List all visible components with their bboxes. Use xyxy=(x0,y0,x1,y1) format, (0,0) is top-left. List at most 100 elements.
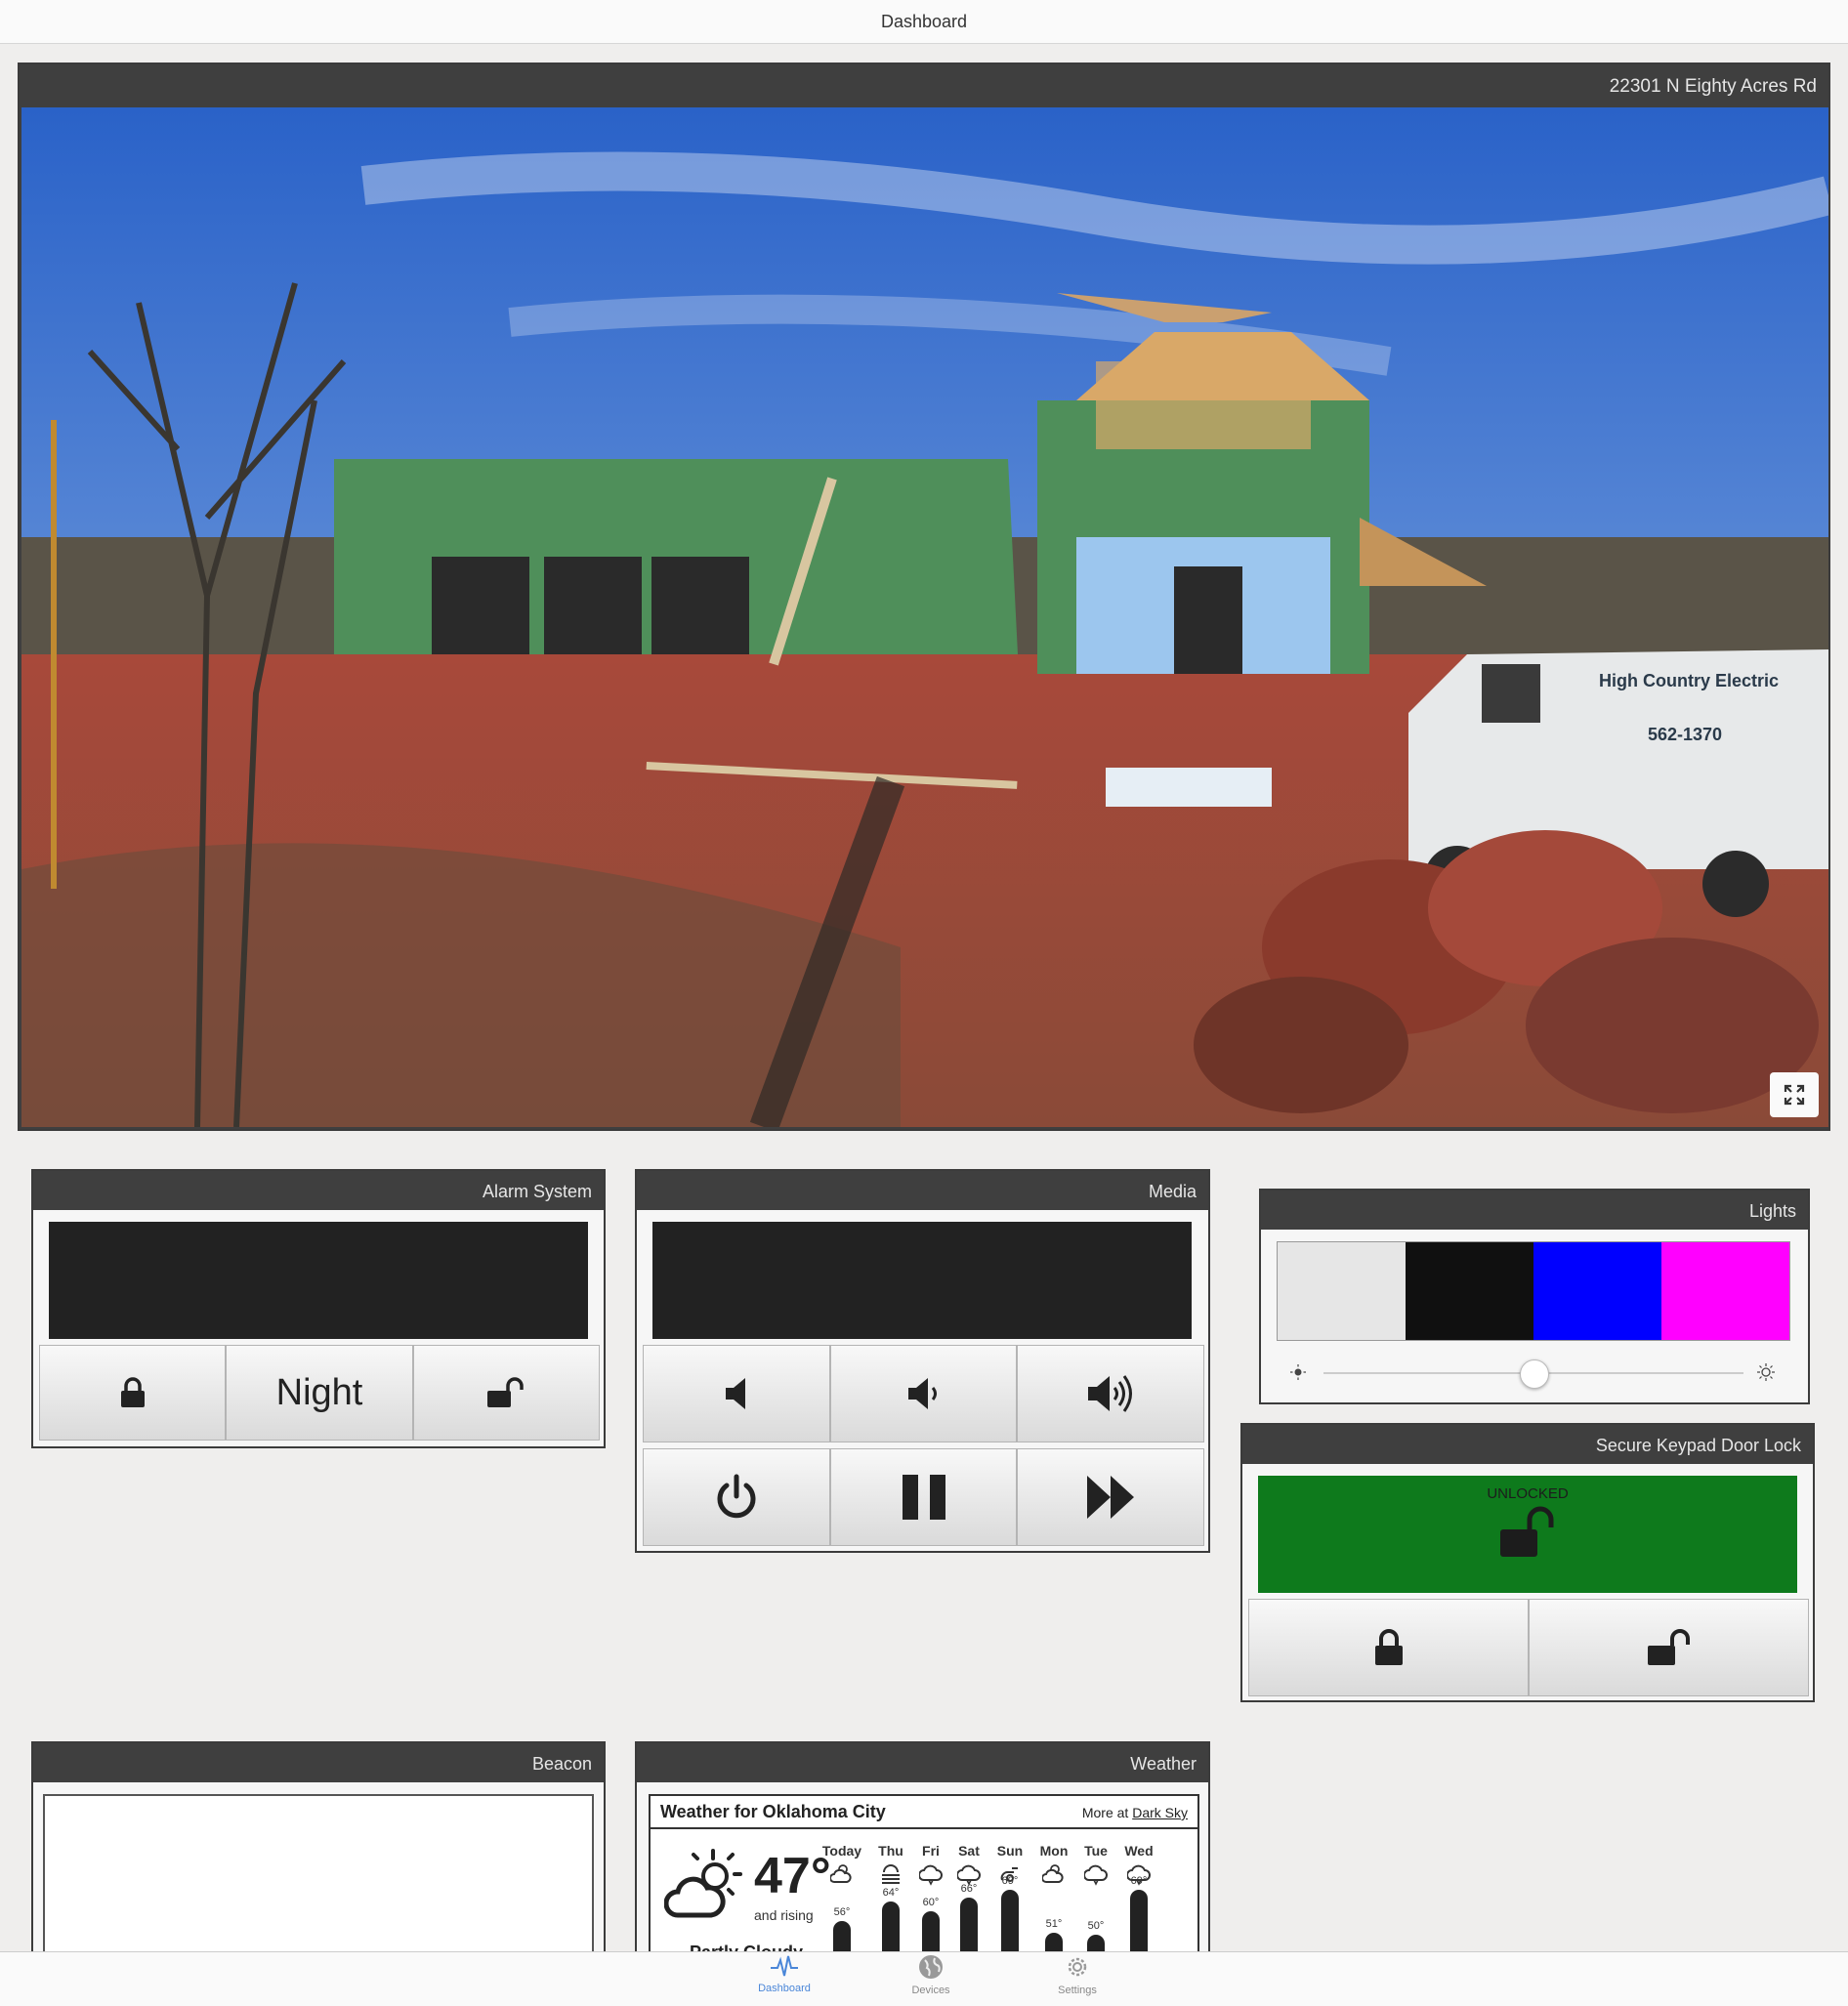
forecast-day: Mon xyxy=(1039,1843,1069,1859)
forecast-high: 50° xyxy=(1087,1920,1105,1932)
volume-high-icon xyxy=(1088,1375,1133,1412)
door-lock-status: UNLOCKED xyxy=(1258,1476,1797,1593)
partly-cloudy-icon xyxy=(830,1864,852,1883)
expand-button[interactable] xyxy=(1770,1072,1819,1117)
camera-title: 22301 N Eighty Acres Rd xyxy=(20,64,1828,105)
bottom-tab-bar: Dashboard Devices Settings xyxy=(0,1951,1848,2006)
forecast-high: 56° xyxy=(833,1905,851,1918)
fast-forward-button[interactable] xyxy=(1017,1448,1205,1546)
lock-icon xyxy=(1374,1629,1403,1665)
door-lock-button[interactable] xyxy=(1248,1599,1529,1696)
forecast-high: 51° xyxy=(1045,1917,1063,1930)
cloudy-icon xyxy=(1084,1864,1108,1886)
alarm-arm-button[interactable] xyxy=(39,1345,227,1441)
forecast-day: Today xyxy=(821,1843,862,1859)
volume-mute-icon xyxy=(725,1378,745,1409)
unlock-icon xyxy=(1647,1629,1690,1665)
forecast-high: 69° xyxy=(1130,1875,1148,1888)
camera-panel: 22301 N Eighty Acres Rd High Country Ele… xyxy=(18,63,1830,1131)
forecast-day: Sun xyxy=(996,1843,1024,1859)
weather-more-prefix: More at xyxy=(1081,1805,1133,1820)
fast-forward-icon xyxy=(1087,1476,1135,1519)
van-phone: 562-1370 xyxy=(1648,725,1722,744)
forecast-high: 66° xyxy=(960,1882,978,1895)
gear-icon xyxy=(1068,1957,1087,1977)
tab-devices-label: Devices xyxy=(911,1985,950,1996)
volume-low-icon xyxy=(907,1378,937,1409)
volume-mute-button[interactable] xyxy=(643,1345,830,1442)
current-temperature: 47° xyxy=(754,1848,831,1904)
lights-title: Lights xyxy=(1261,1191,1808,1230)
pause-button[interactable] xyxy=(829,1448,1018,1546)
door-lock-buttons xyxy=(1248,1599,1809,1696)
power-button[interactable] xyxy=(643,1448,830,1546)
temperature-trend: and rising xyxy=(754,1907,814,1923)
color-swatch[interactable] xyxy=(1533,1242,1661,1340)
forecast-high: 69° xyxy=(1001,1875,1019,1888)
weather-divider xyxy=(651,1827,1197,1829)
media-title: Media xyxy=(637,1171,1208,1210)
door-lock-panel: Secure Keypad Door Lock UNLOCKED xyxy=(1240,1423,1815,1702)
lights-panel: Lights xyxy=(1259,1189,1810,1404)
media-display xyxy=(652,1222,1192,1339)
page-title: Dashboard xyxy=(880,12,968,31)
forecast-day: Thu xyxy=(878,1843,903,1859)
top-bar: Dashboard xyxy=(0,0,1848,44)
expand-icon xyxy=(1784,1084,1805,1106)
dark-sky-link[interactable]: Dark Sky xyxy=(1132,1805,1188,1820)
tab-devices[interactable]: Devices xyxy=(882,1954,980,1996)
forecast-day: Sat xyxy=(958,1843,980,1859)
forecast-high: 64° xyxy=(882,1887,900,1900)
power-icon xyxy=(717,1474,756,1519)
volume-down-button[interactable] xyxy=(829,1345,1018,1442)
pause-icon xyxy=(902,1475,945,1520)
brightness-slider-handle[interactable] xyxy=(1520,1359,1549,1389)
alarm-disarm-button[interactable] xyxy=(412,1345,600,1441)
color-swatch[interactable] xyxy=(1661,1242,1789,1340)
weather-panel: Weather Weather for Oklahoma City More a… xyxy=(635,1741,1210,1966)
sun-large-icon xyxy=(1757,1363,1775,1381)
van-text: High Country Electric xyxy=(1599,671,1779,690)
partly-cloudy-icon xyxy=(664,1849,742,1918)
beacon-panel: Beacon xyxy=(31,1741,606,1993)
media-volume-buttons xyxy=(643,1345,1205,1442)
weather-widget: Weather for Oklahoma City More at Dark S… xyxy=(649,1794,1199,1964)
door-unlock-button[interactable] xyxy=(1529,1599,1809,1696)
forecast-day: Tue xyxy=(1084,1843,1108,1859)
weather-title: Weather xyxy=(637,1743,1208,1782)
alarm-buttons: Night xyxy=(39,1345,600,1441)
globe-icon xyxy=(919,1955,943,1979)
color-swatches xyxy=(1277,1241,1790,1341)
media-panel: Media xyxy=(635,1169,1210,1553)
door-lock-status-text: UNLOCKED xyxy=(1487,1485,1569,1502)
color-swatch[interactable] xyxy=(1406,1242,1533,1340)
forecast-day: Fri xyxy=(922,1843,940,1859)
lock-icon xyxy=(120,1377,145,1407)
alarm-display xyxy=(49,1222,588,1339)
alarm-night-label: Night xyxy=(275,1371,363,1413)
alarm-title: Alarm System xyxy=(33,1171,604,1210)
pulse-icon xyxy=(771,1955,798,1977)
weather-heading: Weather for Oklahoma City xyxy=(660,1802,886,1821)
unlock-icon xyxy=(487,1377,525,1407)
tab-settings-label: Settings xyxy=(1058,1985,1097,1996)
sun-small-icon xyxy=(1290,1364,1306,1380)
camera-feed-image[interactable]: High Country Electric 562-1370 xyxy=(21,107,1828,1127)
unlock-icon xyxy=(1500,1506,1554,1557)
fog-icon xyxy=(882,1864,900,1884)
forecast-high: 60° xyxy=(922,1897,940,1908)
tab-settings[interactable]: Settings xyxy=(1029,1954,1126,1996)
weather-more: More at Dark Sky xyxy=(1082,1805,1188,1820)
alarm-night-button[interactable]: Night xyxy=(226,1345,413,1441)
tab-dashboard[interactable]: Dashboard xyxy=(735,1954,833,1994)
volume-up-button[interactable] xyxy=(1017,1345,1205,1442)
color-swatch[interactable] xyxy=(1278,1242,1406,1340)
partly-cloudy-icon xyxy=(1042,1864,1064,1883)
door-lock-title: Secure Keypad Door Lock xyxy=(1242,1425,1813,1464)
forecast-day: Wed xyxy=(1124,1843,1154,1859)
beacon-title: Beacon xyxy=(33,1743,604,1782)
tab-dashboard-label: Dashboard xyxy=(758,1983,811,1994)
media-control-buttons xyxy=(643,1448,1205,1546)
cloudy-icon xyxy=(919,1864,943,1886)
alarm-panel: Alarm System Night xyxy=(31,1169,606,1448)
